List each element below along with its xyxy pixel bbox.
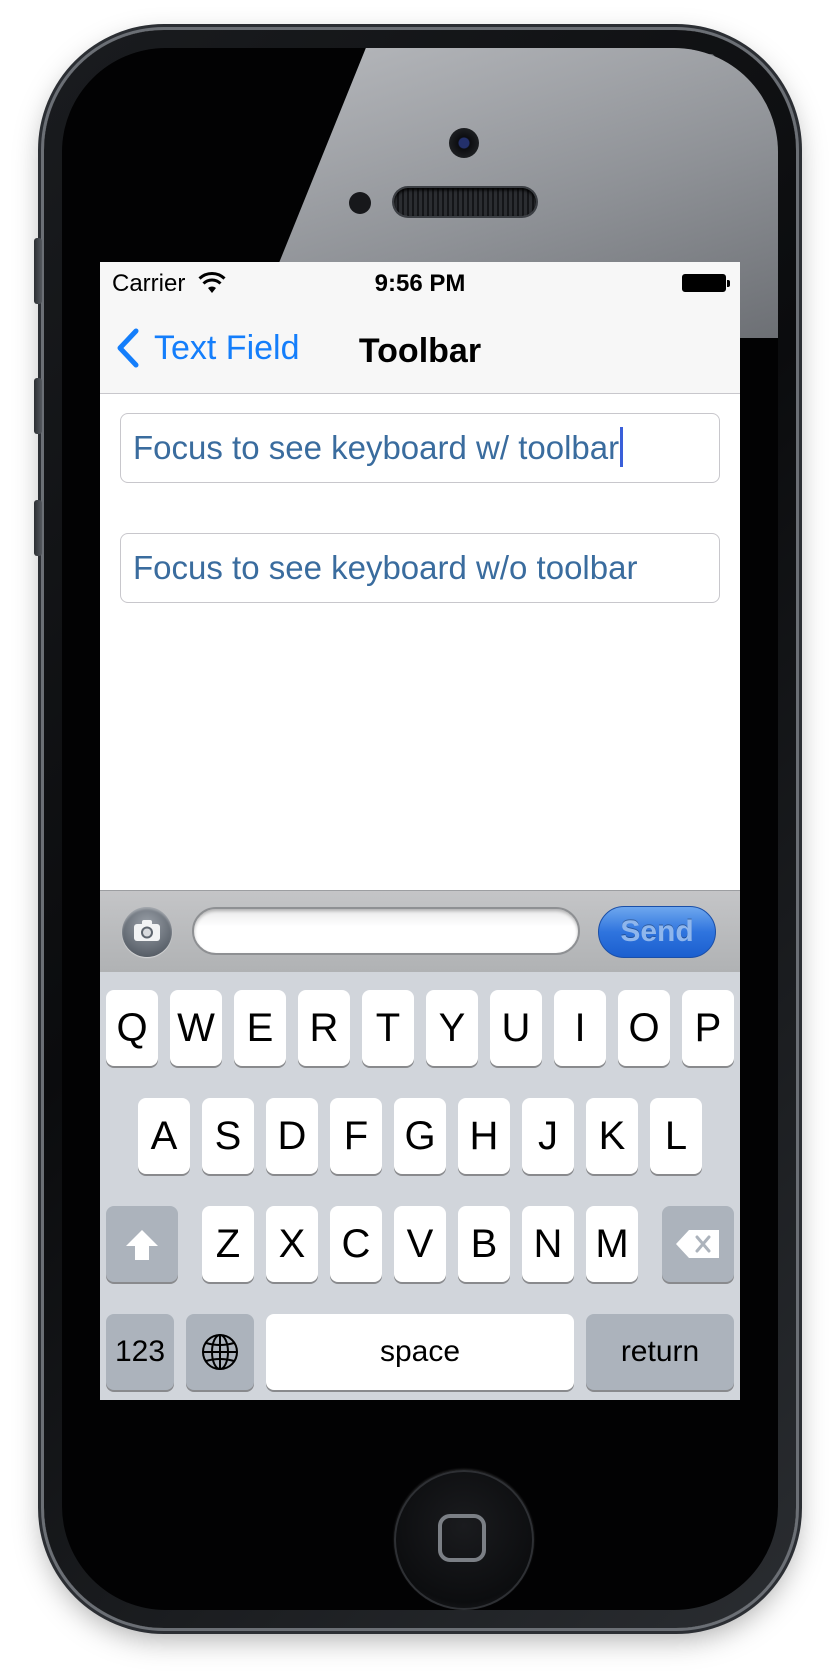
home-square-icon — [438, 1514, 486, 1562]
volume-down-button — [34, 500, 42, 556]
globe-key[interactable] — [186, 1314, 254, 1390]
proximity-sensor — [349, 192, 371, 214]
space-key[interactable]: space — [266, 1314, 574, 1390]
key-s[interactable]: S — [202, 1098, 254, 1174]
key-r[interactable]: R — [298, 990, 350, 1066]
numbers-key[interactable]: 123 — [106, 1314, 174, 1390]
text-cursor — [620, 427, 624, 468]
key-h[interactable]: H — [458, 1098, 510, 1174]
key-t[interactable]: T — [362, 990, 414, 1066]
front-camera — [449, 128, 479, 158]
key-w[interactable]: W — [170, 990, 222, 1066]
key-u[interactable]: U — [490, 990, 542, 1066]
camera-icon — [134, 920, 160, 941]
status-time: 9:56 PM — [374, 270, 466, 297]
page-title: Toolbar — [358, 332, 482, 370]
key-e[interactable]: E — [234, 990, 286, 1066]
text-field-with-toolbar-value: Focus to see keyboard w/ toolbar — [133, 429, 620, 466]
delete-backspace-icon — [676, 1230, 719, 1258]
home-button[interactable] — [394, 1470, 534, 1610]
key-x[interactable]: X — [266, 1206, 318, 1282]
camera-button[interactable] — [122, 907, 172, 957]
mute-switch — [34, 238, 42, 304]
key-y[interactable]: Y — [426, 990, 478, 1066]
message-toolbar: Send — [100, 890, 740, 972]
globe-icon — [202, 1334, 238, 1370]
key-p[interactable]: P — [682, 990, 734, 1066]
message-input[interactable] — [192, 907, 580, 955]
key-z[interactable]: Z — [202, 1206, 254, 1282]
navigation-bar: Text Field Toolbar — [100, 306, 740, 394]
earpiece-speaker — [394, 188, 536, 216]
key-n[interactable]: N — [522, 1206, 574, 1282]
key-b[interactable]: B — [458, 1206, 510, 1282]
return-key[interactable]: return — [586, 1314, 734, 1390]
shift-arrow-icon — [126, 1230, 158, 1260]
send-button[interactable]: Send — [598, 906, 716, 958]
battery-icon — [682, 274, 730, 292]
key-o[interactable]: O — [618, 990, 670, 1066]
key-j[interactable]: J — [522, 1098, 574, 1174]
key-i[interactable]: I — [554, 990, 606, 1066]
key-a[interactable]: A — [138, 1098, 190, 1174]
key-g[interactable]: G — [394, 1098, 446, 1174]
keyboard: Q W E R T Y U I O P A S D F G H J K L Z … — [100, 972, 740, 1400]
key-f[interactable]: F — [330, 1098, 382, 1174]
key-k[interactable]: K — [586, 1098, 638, 1174]
text-field-without-toolbar[interactable]: Focus to see keyboard w/o toolbar — [120, 533, 720, 603]
delete-key[interactable] — [662, 1206, 734, 1282]
key-l[interactable]: L — [650, 1098, 702, 1174]
key-d[interactable]: D — [266, 1098, 318, 1174]
key-m[interactable]: M — [586, 1206, 638, 1282]
key-c[interactable]: C — [330, 1206, 382, 1282]
status-bar: Carrier 9:56 PM — [100, 262, 740, 306]
text-field-without-toolbar-value: Focus to see keyboard w/o toolbar — [133, 549, 638, 586]
key-v[interactable]: V — [394, 1206, 446, 1282]
volume-up-button — [34, 378, 42, 434]
key-q[interactable]: Q — [106, 990, 158, 1066]
text-field-with-toolbar[interactable]: Focus to see keyboard w/ toolbar — [120, 413, 720, 483]
screen: Carrier 9:56 PM Text Field Toolbar Focus… — [100, 262, 740, 1400]
shift-key[interactable] — [106, 1206, 178, 1282]
